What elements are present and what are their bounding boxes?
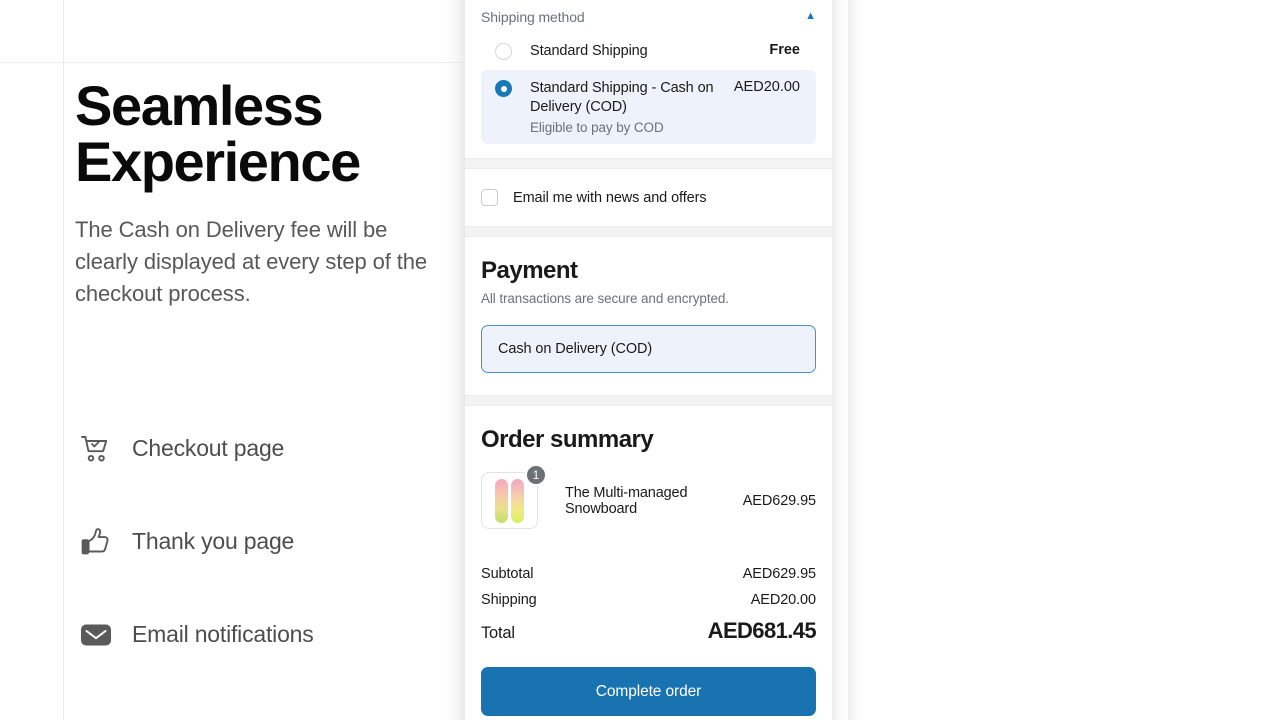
shipping-options-list: Standard Shipping Free Standard Shipping…	[465, 33, 832, 145]
shipping-method-section: Shipping method ▲ Standard Shipping Free…	[465, 0, 832, 158]
promo-feature-list: Checkout page Thank you page Email notif…	[78, 425, 458, 658]
shipping-option-name: Standard Shipping - Cash on Delivery (CO…	[530, 80, 714, 116]
total-row-subtotal: Subtotal AED629.95	[481, 566, 816, 582]
promo-title-line-1: Seamless	[75, 74, 324, 137]
newsletter-checkbox[interactable]	[481, 189, 498, 207]
section-divider	[465, 158, 832, 170]
shipping-option-cod[interactable]: Standard Shipping - Cash on Delivery (CO…	[481, 70, 816, 145]
feature-label: Email notifications	[132, 621, 314, 647]
quantity-badge: 1	[525, 464, 547, 487]
shipping-option-text: Standard Shipping	[512, 42, 759, 61]
newsletter-optin-row[interactable]: Email me with news and offers	[465, 169, 832, 226]
payment-subtitle: All transactions are secure and encrypte…	[481, 291, 729, 307]
total-row-grand: Total AED681.45	[481, 618, 817, 644]
total-value: AED20.00	[750, 592, 816, 609]
order-summary-section: Order summary 1 The Multi-managed Snowbo…	[465, 406, 832, 717]
feature-item-email-notifications: Email notifications	[78, 611, 458, 658]
order-line-item: 1 The Multi-managed Snowboard AED629.95	[481, 464, 816, 530]
shipping-method-header[interactable]: Shipping method ▲	[465, 0, 832, 33]
radio-standard-shipping[interactable]	[495, 43, 512, 60]
shipping-option-price: AED20.00	[733, 79, 800, 96]
order-totals: Subtotal AED629.95 Shipping AED20.00 Tot…	[481, 566, 817, 644]
total-label: Shipping	[481, 592, 537, 609]
promo-subtitle: The Cash on Delivery fee will be clearly…	[75, 217, 428, 306]
order-summary-title: Order summary	[481, 426, 654, 454]
feature-item-checkout-page: Checkout page	[78, 425, 458, 472]
newsletter-label: Email me with news and offers	[513, 189, 707, 206]
thank-you-panel-left-shadow	[848, 0, 866, 720]
cart-check-icon	[78, 433, 114, 465]
thank-you-panel: My Store Show order summary ▼ AED681.45	[848, 0, 1280, 720]
grand-total-label: Total	[481, 624, 515, 643]
promo-title-line-2: Experience	[75, 130, 361, 193]
product-price: AED629.95	[742, 492, 816, 509]
shipping-option-name: Standard Shipping	[530, 43, 648, 59]
section-divider	[465, 395, 832, 407]
total-row-shipping: Shipping AED20.00	[481, 592, 816, 608]
payment-method-cod-option[interactable]: Cash on Delivery (COD)	[481, 325, 816, 374]
checkout-panel-left-shadow	[444, 0, 465, 720]
feature-label: Thank you page	[132, 528, 295, 554]
payment-method-label: Cash on Delivery (COD)	[498, 341, 653, 358]
feature-label: Checkout page	[132, 435, 285, 461]
payment-title: Payment	[481, 257, 578, 285]
promo-title: Seamless Experience	[75, 78, 455, 190]
total-label: Subtotal	[481, 566, 534, 583]
snowboard-graphic-right	[511, 478, 524, 523]
grand-total-value: AED681.45	[707, 618, 817, 644]
checkout-panel-right-shadow	[832, 0, 848, 720]
complete-order-button[interactable]: Complete order	[481, 667, 816, 717]
feature-item-thank-you-page: Thank you page	[78, 518, 458, 565]
product-thumbnail-wrapper: 1	[481, 464, 547, 530]
thumbs-up-icon	[78, 526, 114, 558]
total-value: AED629.95	[742, 566, 816, 583]
radio-standard-shipping-cod[interactable]	[495, 80, 512, 98]
grid-line-horizontal	[0, 62, 462, 63]
chevron-up-icon[interactable]: ▲	[805, 11, 816, 22]
shipping-method-label: Shipping method	[481, 8, 585, 25]
promo-heading-block: Seamless Experience The Cash on Delivery…	[75, 78, 455, 310]
shipping-option-text: Standard Shipping - Cash on Delivery (CO…	[512, 79, 724, 135]
shipping-option-note: Eligible to pay by COD	[530, 120, 664, 136]
payment-section: Payment All transactions are secure and …	[465, 237, 832, 395]
shipping-option-standard[interactable]: Standard Shipping Free	[481, 33, 816, 70]
shipping-option-price: Free	[769, 42, 800, 58]
section-divider	[465, 226, 832, 238]
grid-line-vertical	[63, 0, 64, 720]
snowboard-graphic-left	[495, 478, 508, 523]
app-screenshot: Seamless Experience The Cash on Delivery…	[0, 0, 1280, 720]
envelope-icon	[78, 619, 114, 651]
promo-panel: Seamless Experience The Cash on Delivery…	[0, 0, 462, 720]
product-name: The Multi-managed Snowboard	[565, 484, 688, 517]
checkout-panel: Shipping method ▲ Standard Shipping Free…	[465, 0, 832, 720]
